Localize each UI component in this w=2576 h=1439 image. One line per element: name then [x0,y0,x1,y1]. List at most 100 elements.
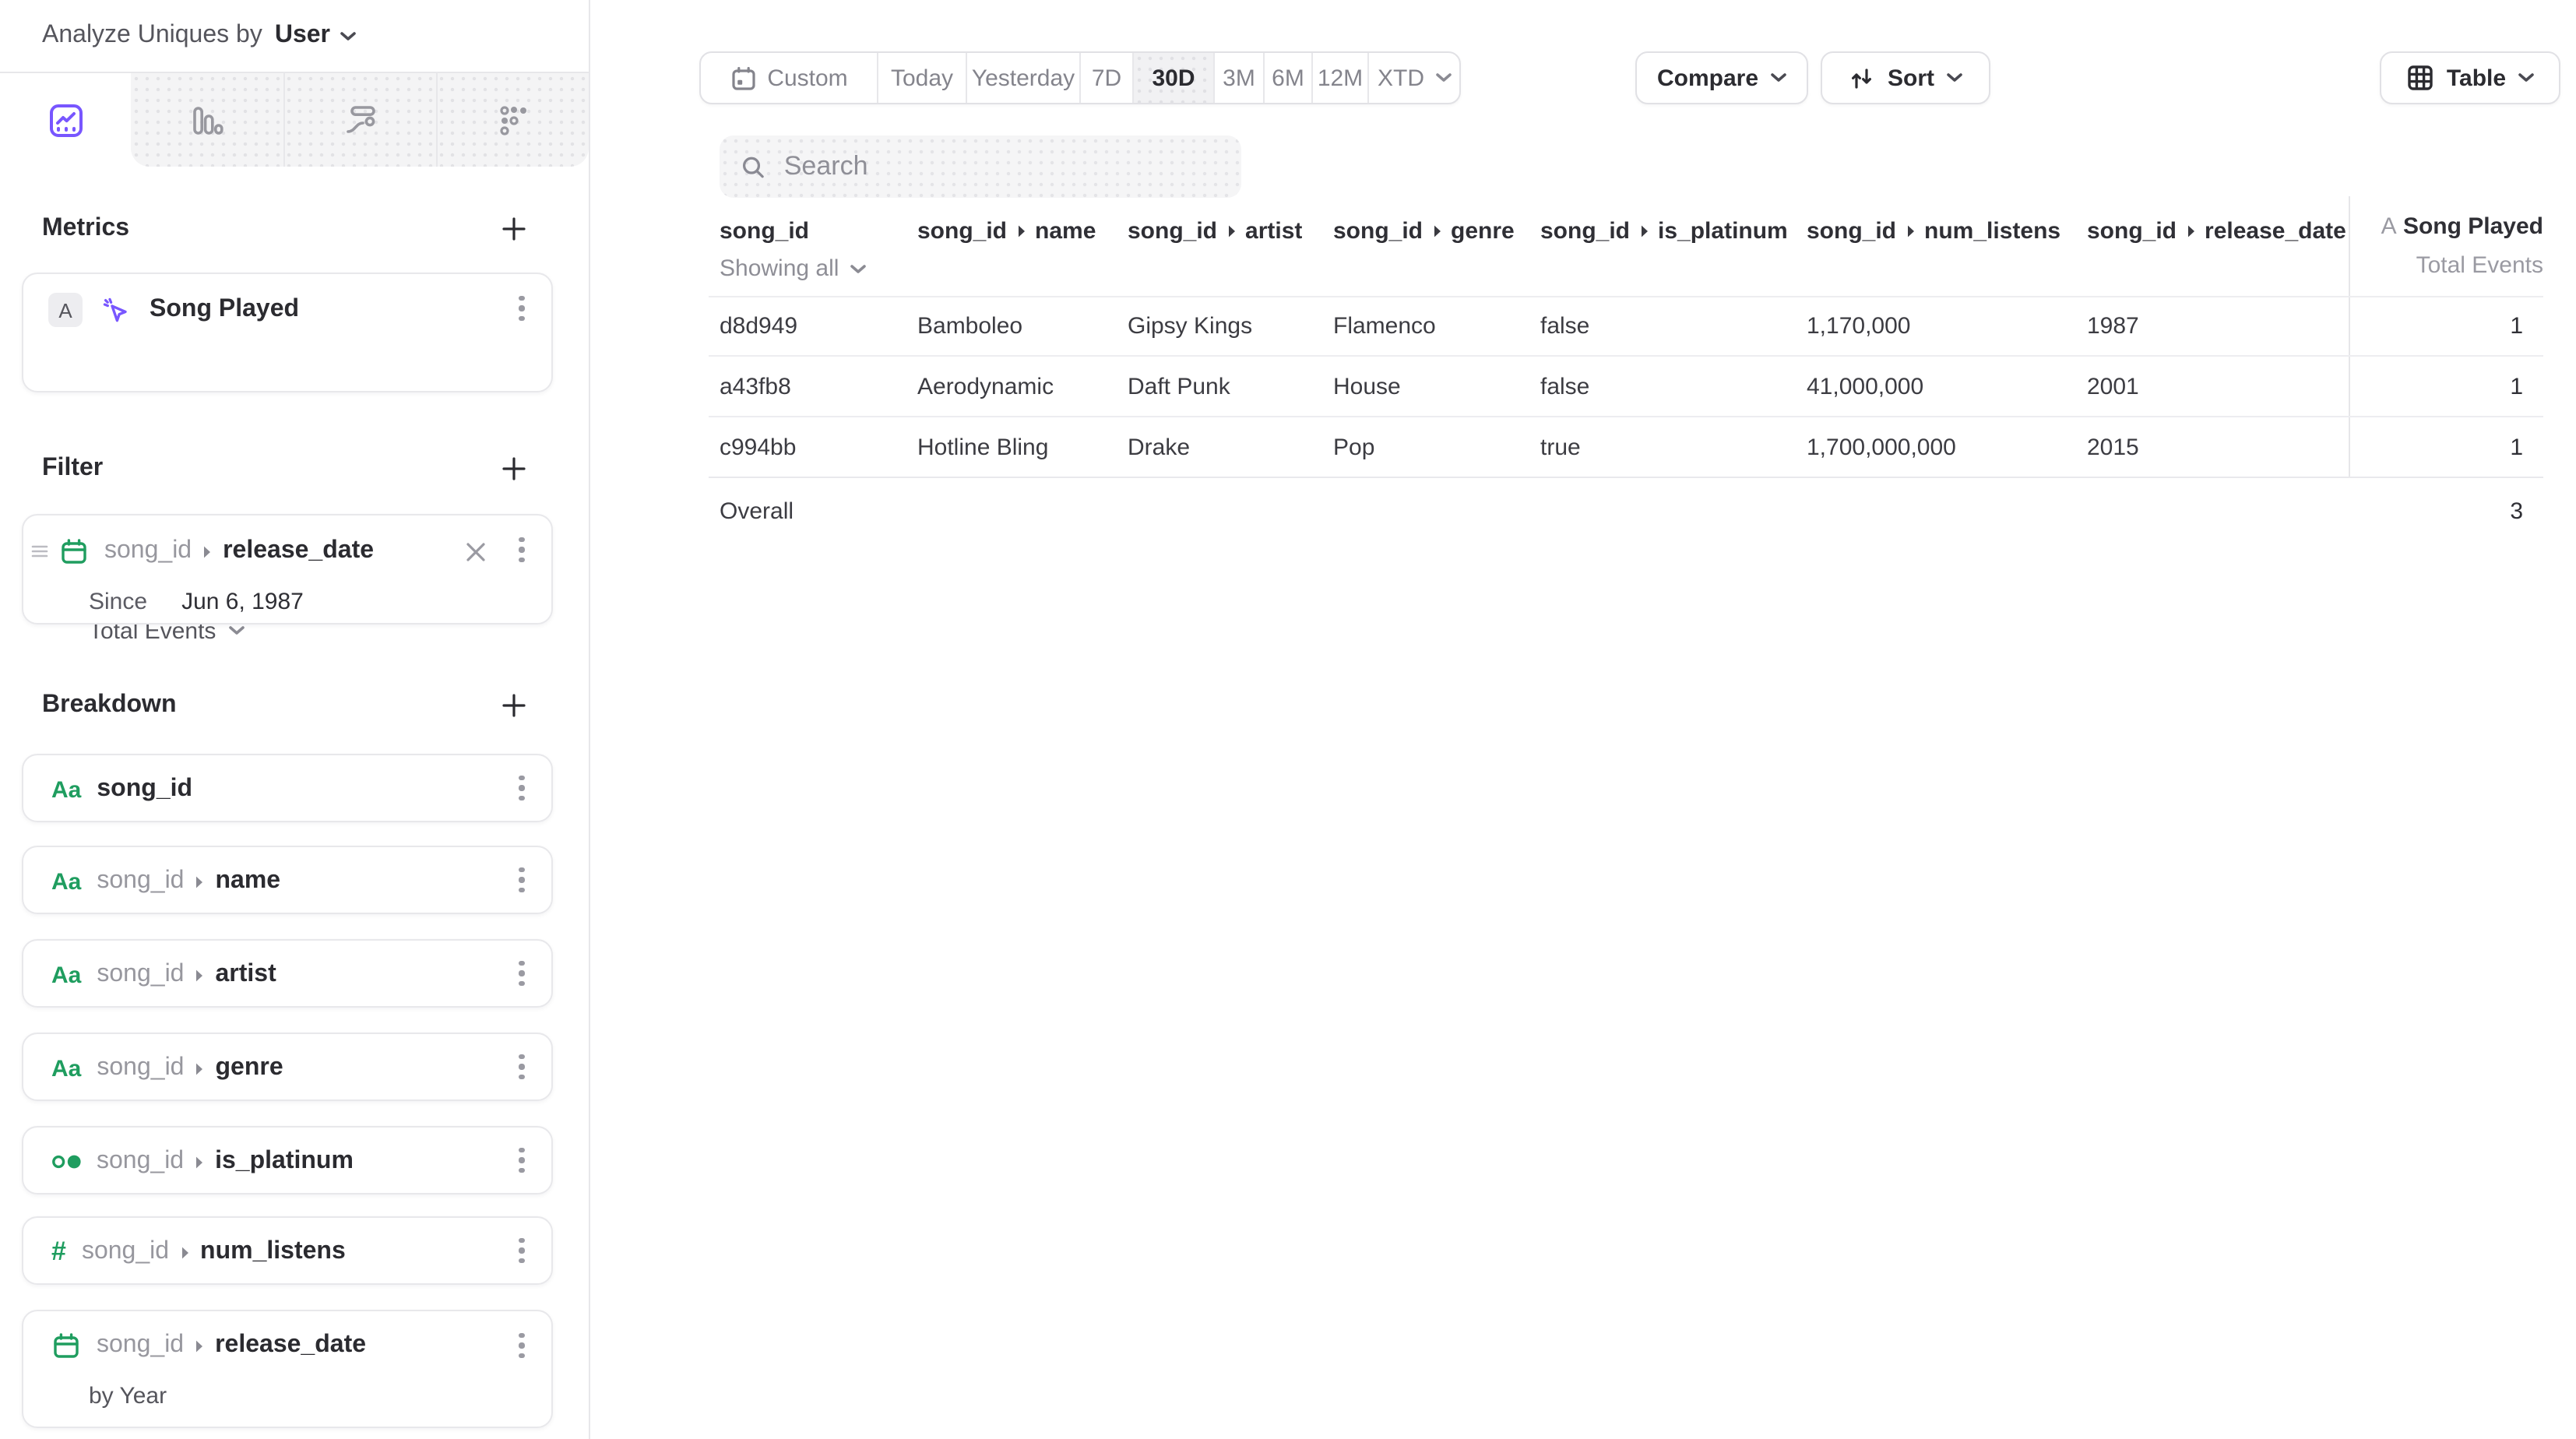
analyze-entity-dropdown[interactable]: User [275,22,357,50]
breakdown-kebab-menu[interactable] [508,1328,536,1363]
chevron-down-icon [1771,73,1786,83]
series-letter: A [2381,213,2397,240]
breakdown-kebab-menu[interactable] [508,956,536,990]
breakdown-kebab-menu[interactable] [508,771,536,805]
table-row[interactable]: a43fb8 Aerodynamic Daft Punk House false… [709,355,2543,417]
tab-bar-chart[interactable] [131,73,283,167]
breadcrumb-arrow-icon [1016,223,1026,237]
breadcrumb-arrow-icon [2186,223,2195,237]
date-range-custom[interactable]: Custom [701,53,877,103]
filter-card[interactable]: song_id release_date Since Jun 6, 1987 [22,514,553,625]
column-header-artist[interactable]: song_id artist [1128,216,1302,245]
date-range-3m[interactable]: 3M [1213,53,1263,103]
breakdown-property-prefix: song_id [82,1238,169,1266]
chevron-down-icon [340,30,357,41]
column-header-song-id[interactable]: song_id [720,216,809,245]
calendar-icon [51,1331,81,1360]
scatter-chart-icon [494,102,530,138]
breakdown-kebab-menu[interactable] [508,1050,536,1084]
overall-label: Overall [720,478,794,547]
tab-line-chart[interactable] [0,73,131,167]
event-click-icon [100,294,132,326]
date-range-7d[interactable]: 7D [1079,53,1132,103]
breakdown-property-prefix: song_id [97,1148,184,1176]
breakdown-bucket[interactable]: by Year [89,1382,167,1409]
date-range-30d[interactable]: 30D [1132,53,1213,103]
date-range-6m[interactable]: 6M [1263,53,1311,103]
add-metric-button[interactable] [500,215,528,243]
compare-button[interactable]: Compare [1635,51,1808,104]
metric-value: 1 [2510,357,2523,417]
bar-chart-icon [189,102,225,138]
breakdown-card[interactable]: song_id release_date by Year [22,1310,553,1428]
insights-report: Analyze Uniques by User [0,0,2576,1439]
breakdown-card[interactable]: song_id is_platinum [22,1126,553,1194]
column-header-name[interactable]: song_id name [917,216,1096,245]
filter-property-prefix: song_id [104,537,192,565]
remove-filter-button[interactable] [466,542,486,562]
breadcrumb-arrow-icon [195,1155,204,1169]
sort-arrows-icon [1849,65,1875,91]
sort-button[interactable]: Sort [1821,51,1990,104]
breakdown-kebab-menu[interactable] [508,863,536,897]
analyze-control: Analyze Uniques by User [42,20,357,51]
breakdown-card[interactable]: # song_id num_listens [22,1216,553,1285]
filter-value[interactable]: Jun 6, 1987 [181,588,304,614]
search-icon [741,153,765,180]
view-selector-button[interactable]: Table [2380,51,2560,104]
breadcrumb-arrow-icon [195,1061,204,1075]
sidebar: Analyze Uniques by User [0,0,590,1439]
plus-icon [501,456,526,481]
breadcrumb-arrow-icon [1639,223,1649,237]
breakdown-kebab-menu[interactable] [508,1233,536,1268]
add-breakdown-button[interactable] [500,691,528,720]
metric-column-header[interactable]: A Song Played Total Events [2381,213,2543,279]
text-property-icon: Aa [51,776,81,803]
metric-card[interactable]: A Song Played Total Events [22,273,553,392]
close-icon [466,542,486,562]
date-range-xtd[interactable]: XTD [1367,53,1459,103]
breakdown-card[interactable]: Aa song_id genre [22,1033,553,1101]
number-property-icon: # [51,1237,66,1268]
showing-all-dropdown[interactable]: Showing all [720,255,865,282]
column-header-genre[interactable]: song_id genre [1333,216,1515,245]
add-filter-button[interactable] [500,455,528,483]
date-range-today[interactable]: Today [877,53,966,103]
tab-scatter-chart[interactable] [436,73,589,167]
breakdown-property-name: release_date [215,1332,366,1360]
date-range-12m[interactable]: 12M [1311,53,1367,103]
filter-operator[interactable]: Since [89,588,147,614]
breakdown-property-name: name [215,867,280,895]
tab-flow-chart[interactable] [283,73,436,167]
date-range-yesterday[interactable]: Yesterday [966,53,1079,103]
overall-metric-value: 3 [2510,478,2523,547]
metric-event-name: Song Played [150,296,299,324]
breakdown-card[interactable]: Aa song_id [22,754,553,822]
chevron-down-icon [228,626,244,635]
calendar-icon [59,537,89,566]
flow-chart-icon [342,102,378,138]
breakdown-property-prefix: song_id [97,1332,184,1360]
breakdown-card[interactable]: Aa song_id artist [22,939,553,1008]
text-property-icon: Aa [51,1055,81,1082]
breadcrumb-arrow-icon [195,874,204,888]
column-header-is-platinum[interactable]: song_id is_platinum [1540,216,1788,245]
breadcrumb-arrow-icon [180,1245,189,1259]
column-header-release-date[interactable]: song_id release_date [2087,216,2346,245]
breakdown-kebab-menu[interactable] [508,1143,536,1177]
text-property-icon: Aa [51,962,81,988]
metric-value: 1 [2510,297,2523,357]
breakdown-card[interactable]: Aa song_id name [22,846,553,914]
drag-handle-icon[interactable] [31,544,48,559]
table-row[interactable]: c994bb Hotline Bling Drake Pop true 1,70… [709,416,2543,478]
breadcrumb-arrow-icon [195,968,204,982]
metric-kebab-menu[interactable] [508,291,536,325]
chevron-down-icon [2518,73,2534,83]
column-header-num-listens[interactable]: song_id num_listens [1807,216,2060,245]
table-row[interactable]: d8d949 Bamboleo Gipsy Kings Flamenco fal… [709,296,2543,357]
analyze-label: Analyze Uniques by [42,22,262,50]
chart-type-tabs [0,72,589,167]
search-box [720,135,1241,198]
filter-kebab-menu[interactable] [508,533,536,567]
search-input[interactable] [781,150,1219,184]
